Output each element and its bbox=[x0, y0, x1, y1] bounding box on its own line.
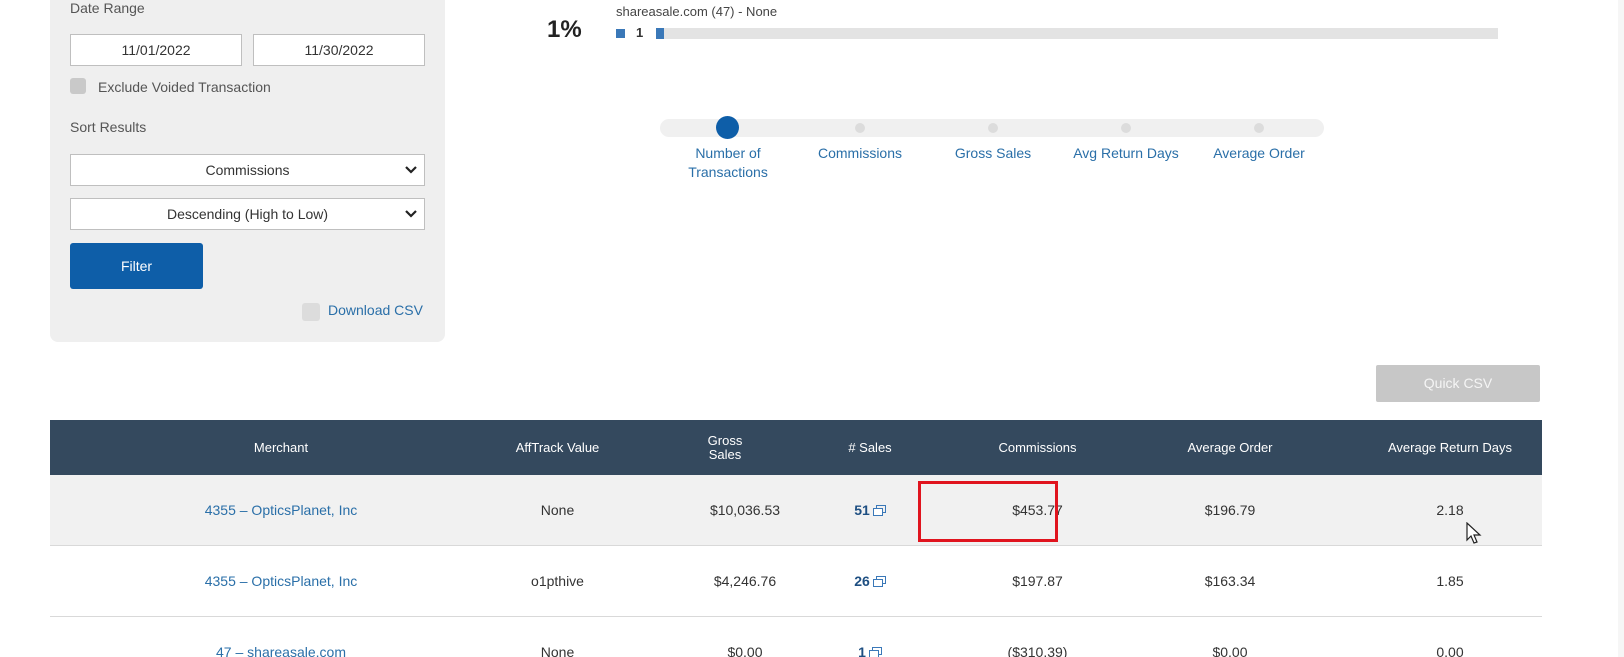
metric-slider-handle[interactable] bbox=[716, 116, 739, 139]
filter-panel: Date Range 11/01/2022 11/30/2022 Exclude… bbox=[50, 0, 445, 342]
sort-order-select[interactable]: Descending (High to Low) bbox=[70, 198, 425, 230]
date-range-label: Date Range bbox=[70, 0, 145, 16]
slider-label-avg-return-days[interactable]: Avg Return Days bbox=[1061, 144, 1191, 163]
open-window-icon bbox=[872, 504, 886, 516]
commissions-value: ($310.39) bbox=[1007, 644, 1068, 657]
average-order-value: $196.79 bbox=[1204, 502, 1256, 518]
gross-sales-value: $4,246.76 bbox=[713, 573, 777, 589]
exclude-voided-label: Exclude Voided Transaction bbox=[98, 79, 271, 95]
table-header: Merchant AffTrack Value Gross Sales # Sa… bbox=[50, 420, 1542, 475]
sales-count: 51 bbox=[854, 502, 870, 518]
legend-value: 1 bbox=[636, 25, 644, 40]
sales-count: 1 bbox=[858, 644, 866, 657]
progress-bar-label: shareasale.com (47) - None bbox=[616, 4, 778, 19]
avg-return-days-value: 1.85 bbox=[1436, 573, 1464, 589]
slider-label-average-order[interactable]: Average Order bbox=[1194, 144, 1324, 163]
header-average-order[interactable]: Average Order bbox=[1120, 420, 1340, 475]
quick-csv-button[interactable]: Quick CSV bbox=[1376, 365, 1540, 402]
afftrack-value: None bbox=[540, 644, 575, 657]
slider-stop-commissions[interactable] bbox=[855, 123, 865, 133]
slider-label-gross-sales[interactable]: Gross Sales bbox=[928, 144, 1058, 163]
average-order-value: $0.00 bbox=[1212, 644, 1248, 657]
slider-label-commissions[interactable]: Commissions bbox=[795, 144, 925, 163]
table-row: 4355 – OpticsPlanet, Inc o1pthive $4,246… bbox=[50, 546, 1542, 617]
header-commissions[interactable]: Commissions bbox=[930, 420, 1145, 475]
sort-field-select[interactable]: Commissions bbox=[70, 154, 425, 186]
start-date-input[interactable]: 11/01/2022 bbox=[70, 34, 242, 66]
commissions-value: $197.87 bbox=[1012, 573, 1063, 589]
progress-bar bbox=[656, 28, 1498, 39]
merchant-link[interactable]: 4355 – OpticsPlanet, Inc bbox=[140, 546, 422, 616]
sort-results-label: Sort Results bbox=[70, 119, 147, 135]
afftrack-value: o1pthive bbox=[531, 573, 584, 589]
slider-label-number-of-transactions[interactable]: Number of Transactions bbox=[663, 144, 793, 182]
avg-return-days-value: 0.00 bbox=[1436, 644, 1464, 657]
progress-bar-fill bbox=[656, 28, 665, 39]
sales-count-link[interactable]: 51 bbox=[810, 475, 930, 545]
afftrack-value: None bbox=[540, 502, 575, 518]
header-afftrack-value[interactable]: AffTrack Value bbox=[440, 420, 675, 475]
average-order-value: $163.34 bbox=[1204, 573, 1256, 589]
download-csv-checkbox[interactable] bbox=[302, 303, 320, 321]
table-row: 47 – shareasale.com None $0.00 1 ($310.3… bbox=[50, 617, 1542, 657]
table-row: 4355 – OpticsPlanet, Inc None $10,036.53… bbox=[50, 475, 1542, 546]
merchant-link[interactable]: 4355 – OpticsPlanet, Inc bbox=[140, 475, 422, 545]
chevron-down-icon bbox=[405, 166, 417, 174]
sort-field-value: Commissions bbox=[205, 162, 290, 178]
sales-count: 26 bbox=[854, 573, 870, 589]
sales-count-link[interactable]: 26 bbox=[810, 546, 930, 616]
legend-swatch bbox=[616, 29, 625, 38]
open-window-icon bbox=[868, 646, 882, 657]
download-csv-link[interactable]: Download CSV bbox=[328, 302, 423, 318]
results-table: Merchant AffTrack Value Gross Sales # Sa… bbox=[50, 420, 1542, 657]
header-sales[interactable]: # Sales bbox=[810, 420, 930, 475]
header-average-return-days[interactable]: Average Return Days bbox=[1330, 420, 1570, 475]
end-date-input[interactable]: 11/30/2022 bbox=[253, 34, 425, 66]
percent-value: 1% bbox=[547, 16, 582, 43]
gross-sales-value: $10,036.53 bbox=[709, 502, 781, 518]
sales-count-link[interactable]: 1 bbox=[810, 617, 930, 657]
slider-stop-average-order[interactable] bbox=[1254, 123, 1264, 133]
header-gross-sales[interactable]: Gross Sales bbox=[700, 420, 750, 475]
scrollbar-edge bbox=[1618, 0, 1624, 657]
filter-button[interactable]: Filter bbox=[70, 243, 203, 289]
chevron-down-icon bbox=[405, 210, 417, 218]
merchant-link[interactable]: 47 – shareasale.com bbox=[140, 617, 422, 657]
sort-order-value: Descending (High to Low) bbox=[166, 206, 329, 222]
open-window-icon bbox=[872, 575, 886, 587]
highlight-box bbox=[918, 481, 1058, 542]
exclude-voided-checkbox[interactable] bbox=[70, 78, 86, 94]
mouse-cursor-icon bbox=[1466, 522, 1482, 544]
header-merchant[interactable]: Merchant bbox=[140, 420, 422, 475]
slider-stop-gross-sales[interactable] bbox=[988, 123, 998, 133]
slider-stop-avg-return-days[interactable] bbox=[1121, 123, 1131, 133]
gross-sales-value: $0.00 bbox=[727, 644, 763, 657]
avg-return-days-value: 2.18 bbox=[1436, 502, 1464, 518]
